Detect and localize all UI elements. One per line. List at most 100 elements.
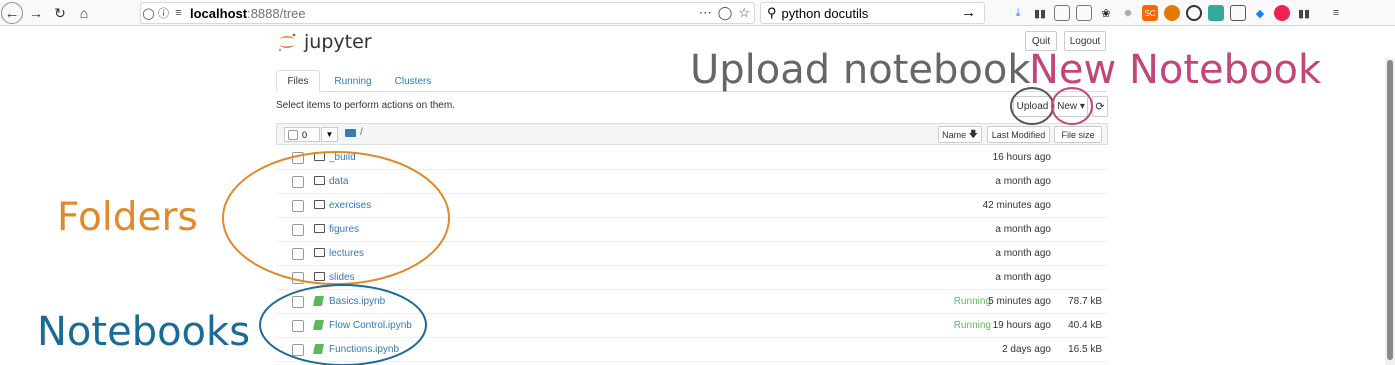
search-icon: ⚲ xyxy=(767,5,777,20)
row-checkbox[interactable] xyxy=(292,296,304,308)
sidebar-icon[interactable] xyxy=(1076,5,1092,21)
sort-last-modified-button[interactable]: Last Modified xyxy=(987,126,1050,143)
folder-row[interactable]: _build 16 hours ago xyxy=(276,146,1108,170)
url-bar[interactable]: ◯ ⓘ ≡ localhost:8888/tree ⋯ ◯ ☆ xyxy=(140,2,755,24)
file-list-header: 0 ▼ / Name 🡇 Last Modified File size xyxy=(276,123,1108,145)
scrollbar-thumb[interactable] xyxy=(1387,60,1393,360)
file-name-link[interactable]: figures xyxy=(329,224,359,235)
folder-icon xyxy=(314,248,325,257)
tab-running[interactable]: Running xyxy=(328,70,378,92)
folder-row[interactable]: figures a month ago xyxy=(276,218,1108,242)
columns-extension-icon[interactable]: ▮▮ xyxy=(1296,5,1312,21)
pocket-icon[interactable]: ◯ xyxy=(718,5,733,21)
upload-button[interactable]: Upload xyxy=(1013,96,1052,117)
settings-extension-icon[interactable]: ✹ xyxy=(1120,5,1136,21)
notebook-icon xyxy=(312,344,325,354)
url-host: localhost xyxy=(190,5,248,21)
row-checkbox[interactable] xyxy=(292,272,304,284)
file-size: 40.4 kB xyxy=(1068,320,1102,331)
breadcrumb-root: / xyxy=(360,127,363,138)
annotation-upload-notebook: Upload notebook xyxy=(690,47,1031,93)
shield-icon: ◯ xyxy=(142,7,155,20)
search-bar[interactable]: ⚲ python docutils → xyxy=(760,2,985,24)
folder-row[interactable]: exercises 42 minutes ago xyxy=(276,194,1108,218)
new-button[interactable]: New ▾ xyxy=(1054,96,1088,117)
last-modified: 42 minutes ago xyxy=(982,200,1051,211)
jupyter-logo-icon xyxy=(278,33,296,52)
file-name-link[interactable]: Flow Control.ipynb xyxy=(329,320,412,331)
notebook-row[interactable]: Basics.ipynb Running 5 minutes ago 78.7 kB xyxy=(276,290,1108,314)
tab-clusters[interactable]: Clusters xyxy=(388,70,438,92)
sort-file-size-button[interactable]: File size xyxy=(1054,126,1102,143)
row-checkbox[interactable] xyxy=(292,224,304,236)
folder-row[interactable]: lectures a month ago xyxy=(276,242,1108,266)
permissions-icon: ≡ xyxy=(175,7,182,19)
reload-icon: ↻ xyxy=(54,4,66,21)
sc-extension-icon[interactable]: SC xyxy=(1142,5,1158,21)
row-checkbox[interactable] xyxy=(292,176,304,188)
notebook-row[interactable]: Functions.ipynb 2 days ago 16.5 kB xyxy=(276,338,1108,362)
page-actions-icon[interactable]: ⋯ xyxy=(699,5,712,21)
last-modified: 19 hours ago xyxy=(992,320,1051,331)
last-modified: a month ago xyxy=(995,224,1051,235)
info-icon: ⓘ xyxy=(158,8,169,20)
tab-files[interactable]: Files xyxy=(276,70,320,92)
folder-icon xyxy=(314,200,325,209)
folder-icon xyxy=(314,176,325,185)
row-checkbox[interactable] xyxy=(292,200,304,212)
row-checkbox[interactable] xyxy=(292,320,304,332)
row-checkbox[interactable] xyxy=(292,344,304,356)
library-icon[interactable]: ▮▮ xyxy=(1032,5,1048,21)
tab-extension-icon[interactable] xyxy=(1230,5,1246,21)
file-name-link[interactable]: slides xyxy=(329,272,355,283)
menu-icon[interactable]: ≡ xyxy=(1328,5,1344,21)
forward-button[interactable]: → xyxy=(26,0,46,26)
last-modified: 16 hours ago xyxy=(992,152,1051,163)
folder-row[interactable]: slides a month ago xyxy=(276,266,1108,290)
download-icon[interactable]: ⤓ xyxy=(1010,5,1026,21)
arrow-right-icon: → xyxy=(29,5,43,21)
sort-name-label: Name xyxy=(942,129,967,140)
diamond-extension-icon[interactable]: ◆ xyxy=(1252,5,1268,21)
logo-text: jupyter xyxy=(304,31,372,53)
home-button[interactable]: ⌂ xyxy=(74,0,94,26)
refresh-button[interactable]: ⟳ xyxy=(1092,96,1108,117)
select-all-checkbox[interactable]: 0 xyxy=(284,127,320,142)
folder-row[interactable]: data a month ago xyxy=(276,170,1108,194)
annotation-folders: Folders xyxy=(57,195,198,240)
extension-icon[interactable]: ❀ xyxy=(1098,5,1114,21)
notebook-icon xyxy=(312,296,325,306)
folder-icon xyxy=(314,272,325,281)
breadcrumb[interactable]: / xyxy=(345,127,363,138)
file-name-link[interactable]: data xyxy=(329,176,348,187)
notebook-icon xyxy=(312,320,325,330)
red-extension-icon[interactable] xyxy=(1274,5,1290,21)
row-checkbox[interactable] xyxy=(292,248,304,260)
translate-extension-icon[interactable] xyxy=(1208,5,1224,21)
select-dropdown[interactable]: ▼ xyxy=(321,127,338,142)
last-modified: 2 days ago xyxy=(1002,344,1051,355)
folder-icon xyxy=(345,128,356,137)
jupyter-logo[interactable]: jupyter xyxy=(276,31,372,53)
bookmark-star-icon[interactable]: ☆ xyxy=(738,5,750,21)
circle-extension-icon[interactable] xyxy=(1186,5,1202,21)
refresh-icon: ⟳ xyxy=(1095,101,1105,113)
file-name-link[interactable]: exercises xyxy=(329,200,371,211)
last-modified: a month ago xyxy=(995,248,1051,259)
search-go-icon[interactable]: → xyxy=(961,4,976,21)
last-modified: 5 minutes ago xyxy=(988,296,1051,307)
search-text: python docutils xyxy=(781,5,869,21)
notebook-row[interactable]: Flow Control.ipynb Running 19 hours ago 40.… xyxy=(276,314,1108,338)
scrollbar[interactable] xyxy=(1385,58,1395,365)
file-name-link[interactable]: lectures xyxy=(329,248,364,259)
sort-name-button[interactable]: Name 🡇 xyxy=(938,126,982,143)
file-name-link[interactable]: Basics.ipynb xyxy=(329,296,385,307)
file-name-link[interactable]: Functions.ipynb xyxy=(329,344,399,355)
reader-icon[interactable] xyxy=(1054,5,1070,21)
back-button[interactable]: ← xyxy=(1,2,23,24)
file-name-link[interactable]: _build xyxy=(329,152,356,163)
cookie-extension-icon[interactable] xyxy=(1164,5,1180,21)
annotation-notebooks: Notebooks xyxy=(37,309,251,355)
row-checkbox[interactable] xyxy=(292,152,304,164)
reload-button[interactable]: ↻ xyxy=(50,0,70,26)
